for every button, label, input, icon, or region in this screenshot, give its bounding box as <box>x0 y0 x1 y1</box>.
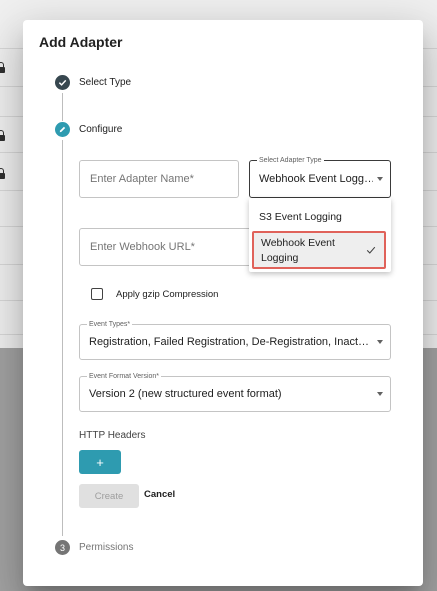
step-label-configure[interactable]: Configure <box>79 124 122 135</box>
step-label-permissions[interactable]: Permissions <box>79 542 133 553</box>
chevron-down-icon <box>377 392 383 396</box>
dialog-title: Add Adapter <box>39 34 123 50</box>
adapter-type-select[interactable]: Select Adapter Type Webhook Event Logg… <box>249 156 391 198</box>
http-headers-label: HTTP Headers <box>79 430 146 441</box>
gzip-checkbox[interactable] <box>91 288 103 300</box>
stepper-connector <box>62 93 63 121</box>
pencil-icon <box>59 126 66 133</box>
stepper-connector <box>62 140 63 536</box>
check-icon <box>58 79 67 86</box>
step-number-icon: 3 <box>55 540 70 555</box>
create-button[interactable]: Create <box>79 484 139 508</box>
adapter-name-placeholder: Enter Adapter Name* <box>90 173 194 185</box>
webhook-url-placeholder: Enter Webhook URL* <box>90 241 195 253</box>
step-number: 3 <box>59 542 65 553</box>
event-types-value: Registration, Failed Registration, De-Re… <box>89 336 370 348</box>
event-format-version-select[interactable]: Event Format Version* Version 2 (new str… <box>79 372 391 412</box>
step-completed-icon <box>55 75 70 90</box>
adapter-type-dropdown: S3 Event Logging Webhook Event Logging <box>249 198 391 272</box>
add-adapter-dialog: Add Adapter Select Type Configure Enter … <box>23 20 423 586</box>
dropdown-option-webhook-label: Webhook Event Logging <box>261 237 335 264</box>
event-types-select[interactable]: Event Types* Registration, Failed Regist… <box>79 320 391 360</box>
chevron-down-icon <box>377 177 383 181</box>
cancel-button[interactable]: Cancel <box>144 489 175 500</box>
event-types-label: Event Types* <box>87 320 133 329</box>
gzip-checkbox-label: Apply gzip Compression <box>116 289 219 300</box>
add-header-button[interactable]: + <box>79 450 121 474</box>
chevron-down-icon <box>377 340 383 344</box>
step-label-select-type[interactable]: Select Type <box>79 77 131 88</box>
adapter-type-value: Webhook Event Logg… <box>259 173 373 185</box>
step-active-icon <box>55 122 70 137</box>
event-format-version-label: Event Format Version* <box>87 372 162 381</box>
event-format-version-value: Version 2 (new structured event format) <box>89 388 282 400</box>
dropdown-option-s3[interactable]: S3 Event Logging <box>249 211 391 223</box>
dropdown-option-webhook[interactable]: Webhook Event Logging <box>252 231 386 269</box>
adapter-name-input[interactable]: Enter Adapter Name* <box>79 160 239 198</box>
check-icon <box>366 246 376 254</box>
adapter-type-label: Select Adapter Type <box>257 156 324 165</box>
webhook-url-input[interactable]: Enter Webhook URL* <box>79 228 253 266</box>
